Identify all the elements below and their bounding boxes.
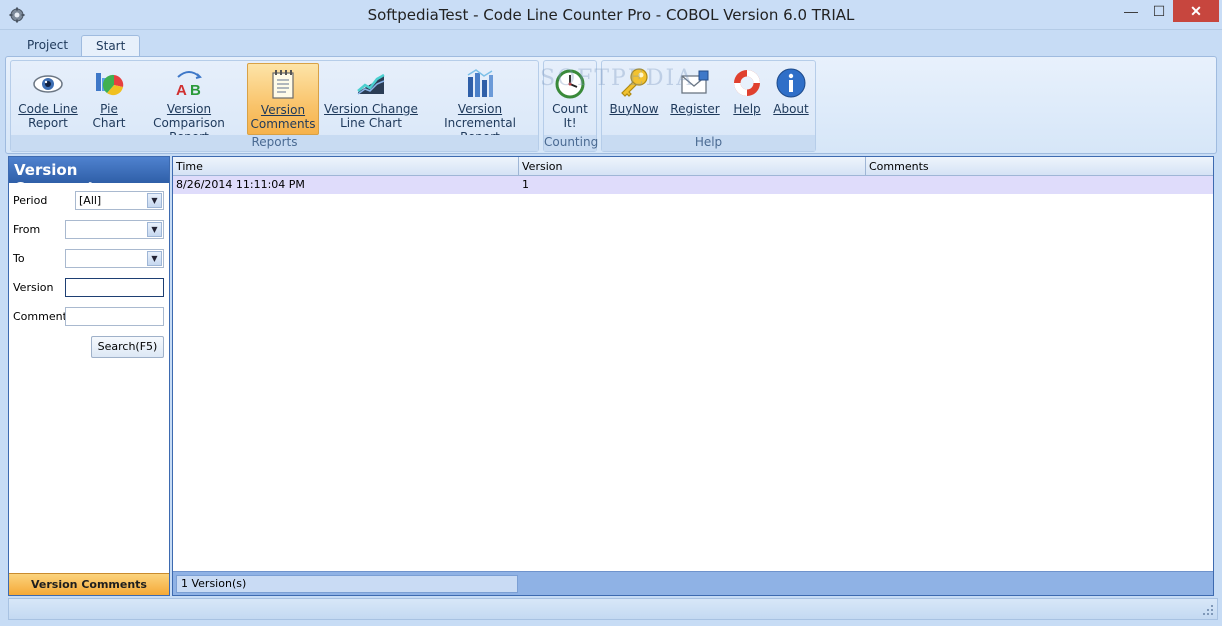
panel-footer-tab[interactable]: Version Comments (9, 573, 169, 595)
comments-input[interactable] (65, 307, 164, 326)
table-row[interactable]: 8/26/2014 11:11:04 PM 1 (173, 176, 1213, 194)
period-select[interactable]: [All] ▼ (75, 191, 164, 210)
to-label: To (13, 252, 25, 265)
lifebuoy-icon (734, 70, 760, 96)
about-label: About (773, 102, 809, 116)
cell-time: 8/26/2014 11:11:04 PM (176, 178, 305, 191)
to-date-select[interactable]: ▼ (65, 249, 164, 268)
close-button[interactable]: ✕ (1173, 0, 1219, 22)
window-title: SoftpediaTest - Code Line Counter Pro - … (367, 6, 855, 24)
bar-chart-icon (467, 69, 493, 97)
line-chart-icon (357, 73, 385, 95)
version-comparison-label-1: Version (166, 102, 212, 116)
register-label: Register (670, 102, 720, 116)
period-label: Period (13, 194, 48, 207)
version-change-label-1: Version Change (324, 102, 418, 116)
about-button[interactable]: About (770, 63, 812, 135)
svg-text:B: B (190, 82, 201, 99)
info-icon (776, 68, 806, 98)
code-line-report-label-2: Report (28, 116, 68, 130)
version-count: 1 Version(s) (176, 575, 518, 593)
from-date-select[interactable]: ▼ (65, 220, 164, 239)
svg-text:A: A (176, 82, 187, 99)
panel-title: Version Comments (9, 157, 169, 197)
code-line-report-button[interactable]: Code Line Report (17, 63, 79, 135)
reports-group-label: Reports (11, 135, 538, 151)
tab-project[interactable]: Project (13, 35, 82, 57)
help-label: Help (733, 102, 761, 116)
from-label: From (13, 223, 41, 236)
version-label: Version (13, 281, 54, 294)
column-header-comments[interactable]: Comments (866, 157, 1213, 176)
version-comments-label-2: Comments (250, 117, 316, 131)
version-incremental-label-1: Version (457, 102, 503, 116)
grid-header: Time Version Comments (173, 157, 1213, 176)
count-it-label-1: Count (552, 102, 588, 116)
buynow-label: BuyNow (609, 102, 659, 116)
version-comments-panel: Version Comments Period [All] ▼ From ▼ T… (8, 156, 170, 596)
maximize-button[interactable]: ☐ (1145, 0, 1173, 22)
pie-chart-label-2: Chart (92, 116, 126, 130)
cell-comments (866, 176, 1213, 194)
version-grid: Time Version Comments 8/26/2014 11:11:04… (172, 156, 1214, 596)
comments-label: Comments (13, 310, 73, 323)
column-header-time[interactable]: Time (173, 157, 519, 176)
pie-chart-icon (96, 73, 124, 96)
version-comments-button[interactable]: Version Comments (247, 63, 319, 135)
column-header-version[interactable]: Version (519, 157, 866, 176)
period-value: [All] (79, 194, 102, 207)
ribbon-tabs: Project Start (0, 30, 1222, 57)
counting-group-label: Counting (544, 135, 599, 151)
help-group-label: Help (602, 135, 815, 151)
chevron-down-icon[interactable]: ▼ (147, 222, 162, 237)
eye-icon (33, 75, 63, 93)
version-change-line-chart-button[interactable]: Version Change Line Chart (323, 63, 419, 135)
chevron-down-icon[interactable]: ▼ (147, 251, 162, 266)
help-button[interactable]: Help (726, 63, 768, 135)
reports-group: Code Line Report Pie Chart A B Version C… (10, 60, 539, 152)
ab-compare-icon: A B (176, 71, 202, 99)
tab-start[interactable]: Start (81, 35, 141, 57)
version-change-label-2: Line Chart (340, 116, 402, 130)
title-bar: SoftpediaTest - Code Line Counter Pro - … (0, 0, 1222, 30)
pie-chart-label-1: Pie (100, 102, 118, 116)
version-comments-label-1: Version (260, 103, 306, 117)
pie-chart-button[interactable]: Pie Chart (85, 63, 133, 135)
version-input[interactable] (65, 278, 164, 297)
minimize-button[interactable]: — (1117, 0, 1145, 22)
code-line-report-label-1: Code Line (18, 102, 78, 116)
watermark: SOFTPEDIA (540, 66, 695, 91)
status-bar (8, 598, 1218, 620)
version-comparison-report-button[interactable]: A B Version Comparison Report (135, 63, 243, 144)
resize-grip-icon[interactable] (1202, 604, 1214, 616)
grid-footer: 1 Version(s) (173, 571, 1213, 595)
notepad-icon (272, 70, 294, 99)
search-button[interactable]: Search(F5) (91, 336, 164, 358)
chevron-down-icon[interactable]: ▼ (147, 193, 162, 208)
count-it-label-2: It! (563, 116, 577, 130)
version-incremental-report-button[interactable]: Version Incremental Report (425, 63, 535, 144)
cell-version: 1 (522, 178, 529, 191)
